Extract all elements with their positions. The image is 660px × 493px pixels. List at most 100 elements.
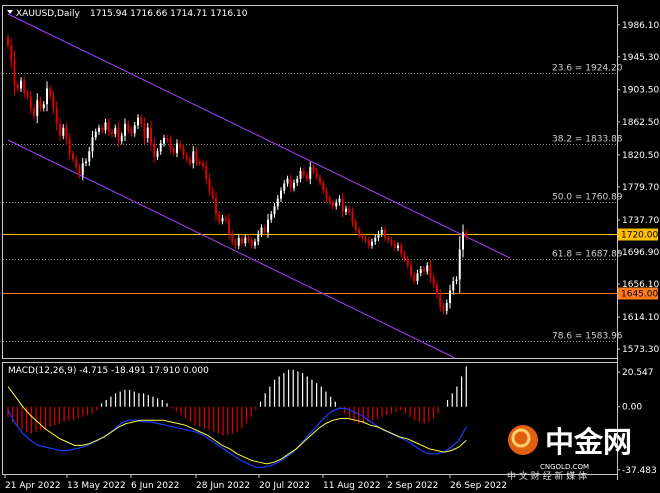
candle bbox=[306, 171, 308, 182]
candle bbox=[156, 148, 159, 160]
y-tick-label: 1779.70 bbox=[622, 183, 659, 193]
candle bbox=[98, 124, 100, 135]
candle bbox=[117, 121, 120, 148]
candle bbox=[445, 299, 448, 315]
candle bbox=[195, 146, 198, 167]
fib-label-1: 38.2 = 1833.88 bbox=[552, 135, 623, 145]
candle bbox=[293, 179, 295, 192]
candle bbox=[371, 238, 373, 249]
candle bbox=[270, 211, 273, 223]
candle bbox=[322, 179, 325, 195]
macd-y-tick-label: 0.00 bbox=[622, 403, 642, 413]
candle bbox=[439, 289, 442, 312]
candle bbox=[78, 163, 81, 179]
candle bbox=[384, 226, 386, 242]
candle bbox=[380, 226, 383, 237]
candle bbox=[111, 128, 113, 138]
candle bbox=[218, 211, 221, 225]
brand-slogan: 中 文 财 经 新 媒 体 bbox=[507, 470, 587, 482]
candle bbox=[49, 84, 52, 100]
channel-upper-line[interactable] bbox=[7, 13, 511, 259]
y-tick-label: 1862.50 bbox=[622, 118, 659, 128]
brand-site: CNGOLD.COM bbox=[540, 463, 589, 471]
candle bbox=[163, 134, 165, 147]
macd-label: MACD(12,26,9) -4.715 -18.491 17.910 0.00… bbox=[8, 366, 209, 376]
candle bbox=[244, 234, 247, 247]
y-tick-label: 1986.10 bbox=[622, 21, 659, 31]
candle bbox=[237, 234, 240, 250]
macd-y-tick-label: 20.547 bbox=[622, 368, 654, 378]
candle bbox=[367, 237, 370, 249]
candle bbox=[397, 242, 399, 252]
candle bbox=[88, 146, 91, 167]
candle bbox=[234, 238, 237, 249]
candle bbox=[65, 122, 68, 145]
candle bbox=[393, 240, 396, 252]
y-tick-label: 1820.50 bbox=[622, 151, 659, 161]
candle bbox=[120, 132, 123, 145]
candle bbox=[338, 195, 341, 206]
candle bbox=[228, 213, 230, 241]
horizontal-levels: 1720.00 1645.00 bbox=[3, 228, 658, 300]
candle bbox=[33, 104, 35, 120]
candles bbox=[7, 33, 468, 315]
y-tick-label: 1656.10 bbox=[622, 280, 659, 290]
candle bbox=[419, 266, 422, 277]
symbol-label: XAUUSD,Daily bbox=[16, 9, 80, 19]
candle bbox=[296, 175, 299, 186]
candle bbox=[133, 121, 136, 137]
candle bbox=[325, 187, 328, 203]
candle bbox=[436, 280, 438, 299]
candle bbox=[91, 130, 94, 158]
candle bbox=[202, 160, 204, 170]
candle bbox=[231, 230, 234, 246]
candle bbox=[59, 118, 61, 141]
candle bbox=[377, 230, 380, 241]
price-chart: 23.6 = 1924.20 38.2 = 1833.88 50.0 = 1760.… bbox=[2, 5, 659, 491]
y-tick-label: 1903.50 bbox=[622, 86, 659, 96]
y-tick-label: 1945.30 bbox=[622, 53, 659, 63]
candle bbox=[146, 123, 149, 143]
candle bbox=[208, 173, 211, 196]
candle bbox=[335, 199, 338, 210]
symbol-dropdown-icon[interactable] bbox=[7, 10, 13, 14]
candle bbox=[215, 191, 217, 222]
candle bbox=[250, 237, 253, 249]
x-tick-label: 26 Sep 2022 bbox=[450, 481, 507, 491]
candle bbox=[198, 158, 201, 167]
candle bbox=[185, 152, 188, 163]
candle bbox=[192, 146, 195, 169]
candle bbox=[462, 224, 464, 258]
brand-name: 中金网 bbox=[545, 425, 632, 459]
candle bbox=[68, 133, 71, 161]
candle bbox=[75, 155, 78, 171]
candle bbox=[358, 226, 360, 239]
candle bbox=[72, 150, 74, 163]
candle bbox=[351, 207, 354, 227]
x-tick-label: 2 Sep 2022 bbox=[387, 481, 438, 491]
candle bbox=[289, 174, 292, 193]
candle bbox=[107, 118, 110, 136]
candle bbox=[176, 139, 178, 158]
candle bbox=[315, 167, 318, 181]
candle bbox=[39, 96, 42, 112]
channel-lower-line[interactable] bbox=[7, 139, 456, 359]
candle bbox=[319, 174, 321, 186]
candle bbox=[189, 156, 191, 167]
candle bbox=[55, 101, 58, 131]
macd-panel-frame bbox=[2, 362, 618, 475]
candle bbox=[42, 101, 45, 112]
fib-label-4: 78.6 = 1583.96 bbox=[552, 332, 623, 342]
candle bbox=[13, 50, 16, 96]
candle bbox=[46, 81, 48, 112]
candle bbox=[150, 120, 152, 151]
candle bbox=[182, 143, 185, 159]
candle bbox=[410, 261, 412, 279]
candle bbox=[465, 229, 468, 241]
candle bbox=[26, 89, 29, 100]
candle bbox=[140, 114, 143, 127]
level-price-label-0: 1720.00 bbox=[621, 231, 658, 241]
candle bbox=[23, 75, 26, 98]
candle bbox=[221, 215, 224, 225]
fib-label-0: 23.6 = 1924.20 bbox=[552, 64, 623, 74]
